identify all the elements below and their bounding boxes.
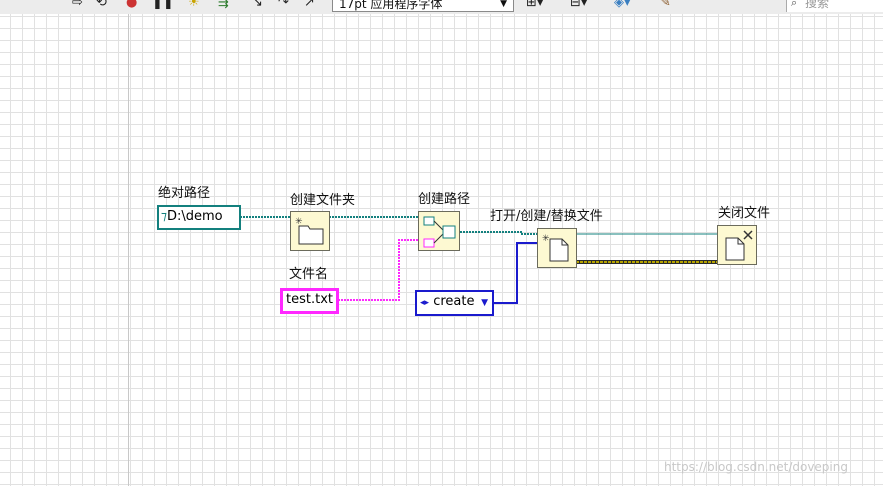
absolute-path-label: 绝对路径 <box>158 186 211 201</box>
enum-increment-icon[interactable]: ◂▸ <box>420 298 429 308</box>
create-folder-node[interactable]: ✳ <box>290 211 330 251</box>
build-path-label: 创建路径 <box>418 192 471 207</box>
file-name-control[interactable]: test.txt <box>280 288 339 314</box>
svg-text:✳: ✳ <box>542 234 550 244</box>
watermark: https://blog.csdn.net/doveping <box>664 460 848 474</box>
file-name-value: test.txt <box>286 292 333 307</box>
operation-enum-control[interactable]: ◂▸ create ▼ <box>415 290 494 316</box>
build-path-node[interactable] <box>418 211 460 251</box>
open-file-icon: ✳ <box>542 234 569 262</box>
close-file-icon <box>725 230 753 261</box>
svg-text:✳: ✳ <box>295 217 303 227</box>
absolute-path-value: D:\demo <box>166 209 223 224</box>
close-file-label: 关闭文件 <box>718 206 771 221</box>
path-wire <box>460 231 538 235</box>
folder-icon: ✳ <box>295 217 324 245</box>
enum-wire <box>493 242 538 304</box>
close-file-node[interactable] <box>717 225 757 265</box>
operation-value: create <box>433 294 475 309</box>
open-file-label: 打开/创建/替换文件 <box>490 209 603 224</box>
chevron-down-icon[interactable]: ▼ <box>481 295 488 312</box>
string-wire <box>338 239 419 301</box>
absolute-path-control[interactable]: ⁊D:\demo <box>157 205 241 230</box>
open-file-node[interactable]: ✳ <box>537 228 577 268</box>
build-path-icon <box>423 216 456 248</box>
file-name-label: 文件名 <box>289 267 329 282</box>
create-folder-label: 创建文件夹 <box>290 193 356 208</box>
